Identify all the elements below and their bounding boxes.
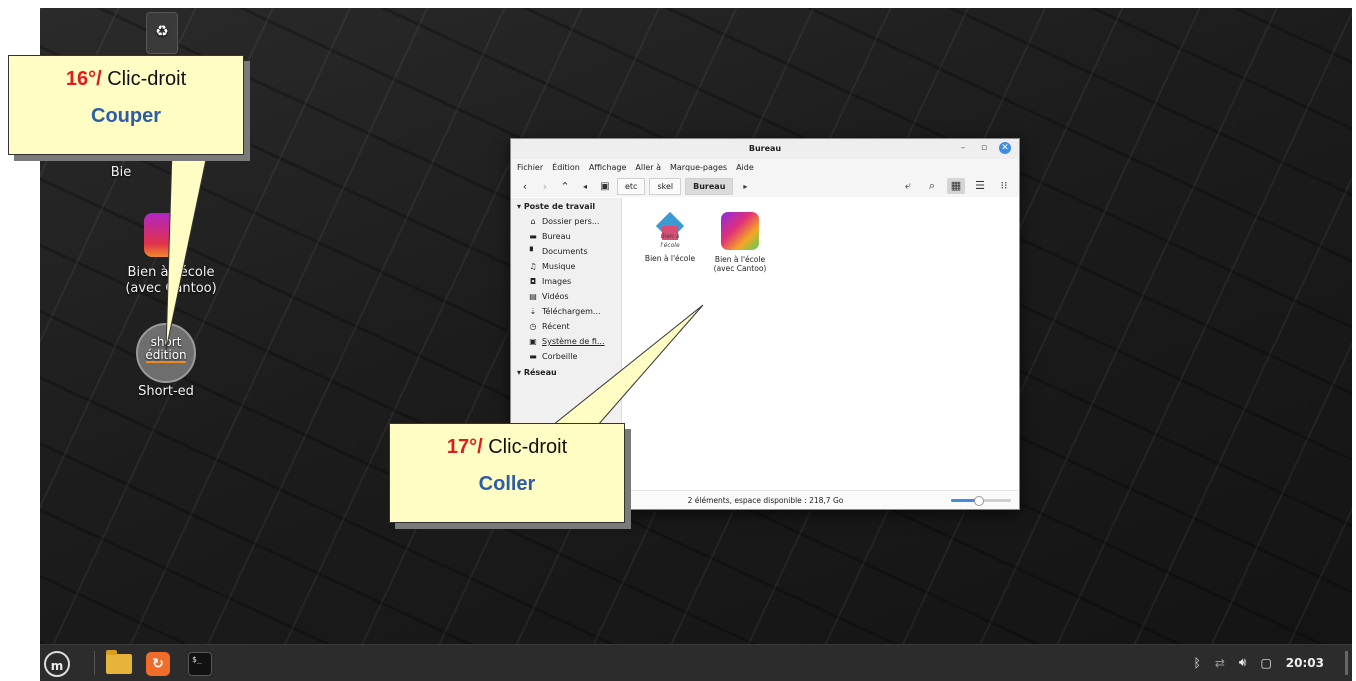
callout17-action: Clic-droit — [488, 436, 568, 458]
callout16-action: Clic-droit — [107, 68, 187, 90]
callout-step16: 16°/ Clic-droit Couper — [8, 55, 244, 155]
callout17-number: 17°/ — [446, 436, 483, 458]
callout-step17: 17°/ Clic-droit Coller — [389, 423, 625, 523]
callout17-pointer — [551, 304, 704, 426]
callout16-pointer — [165, 149, 209, 351]
callout16-number: 16°/ — [65, 68, 102, 90]
callout17-command: Coller — [478, 473, 536, 495]
callout16-command: Couper — [91, 105, 161, 127]
